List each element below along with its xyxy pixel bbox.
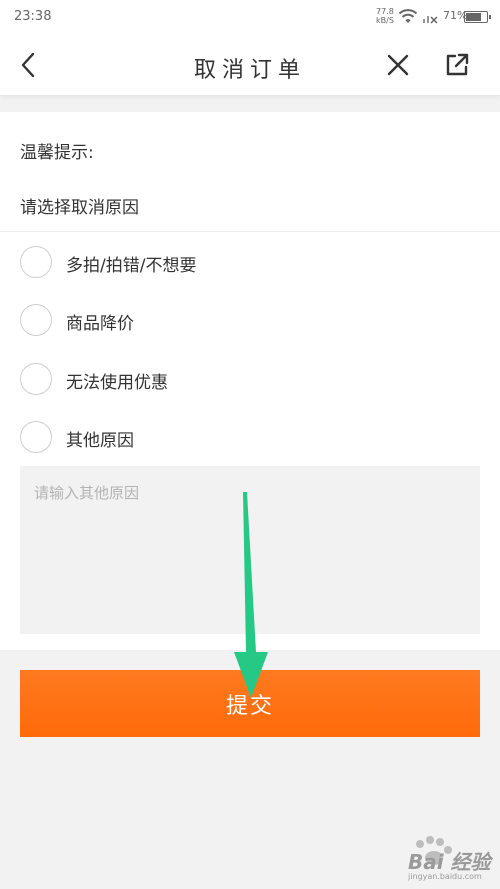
select-reason-label: 请选择取消原因 bbox=[20, 198, 139, 218]
watermark-text: Bai 经验 bbox=[408, 850, 491, 874]
radio-button[interactable] bbox=[20, 246, 52, 278]
signal-icon bbox=[423, 16, 438, 24]
reason-option-label: 无法使用优惠 bbox=[66, 373, 168, 393]
reason-option-label: 其他原因 bbox=[66, 431, 134, 451]
submit-button[interactable]: 提交 bbox=[20, 670, 480, 737]
radio-button[interactable] bbox=[20, 363, 52, 395]
divider bbox=[0, 231, 500, 232]
radio-button[interactable] bbox=[20, 304, 52, 336]
watermark-url: jingyan.baidu.com bbox=[408, 872, 482, 881]
reason-option-other[interactable]: 其他原因 bbox=[20, 417, 480, 457]
radio-button[interactable] bbox=[20, 421, 52, 453]
network-speed-unit: kB/S bbox=[376, 16, 394, 25]
nav-bar: 取消订单 bbox=[0, 36, 500, 96]
status-bar: 23:38 77.8 kB/S 71% bbox=[0, 0, 500, 36]
close-icon[interactable] bbox=[383, 50, 413, 80]
cancel-order-form: 温馨提示: 请选择取消原因 多拍/拍错/不想要 商品降价 无法使用优惠 其他原因 bbox=[0, 112, 500, 650]
status-time: 23:38 bbox=[14, 9, 52, 24]
share-icon[interactable] bbox=[442, 50, 472, 80]
tip-label: 温馨提示: bbox=[20, 143, 94, 163]
reason-option-price-drop[interactable]: 商品降价 bbox=[20, 300, 480, 340]
network-speed-value: 77.8 bbox=[376, 7, 394, 16]
other-reason-input[interactable] bbox=[20, 466, 480, 634]
page-title: 取消订单 bbox=[193, 58, 306, 83]
reason-option-label: 多拍/拍错/不想要 bbox=[66, 256, 197, 276]
network-speed: 77.8 kB/S bbox=[376, 7, 394, 25]
reason-option-wrong-purchase[interactable]: 多拍/拍错/不想要 bbox=[20, 242, 480, 282]
reason-option-label: 商品降价 bbox=[66, 314, 134, 334]
battery-icon bbox=[464, 11, 491, 23]
chevron-left-icon[interactable] bbox=[14, 50, 44, 80]
reason-option-no-discount[interactable]: 无法使用优惠 bbox=[20, 359, 480, 399]
wifi-icon bbox=[398, 9, 418, 23]
